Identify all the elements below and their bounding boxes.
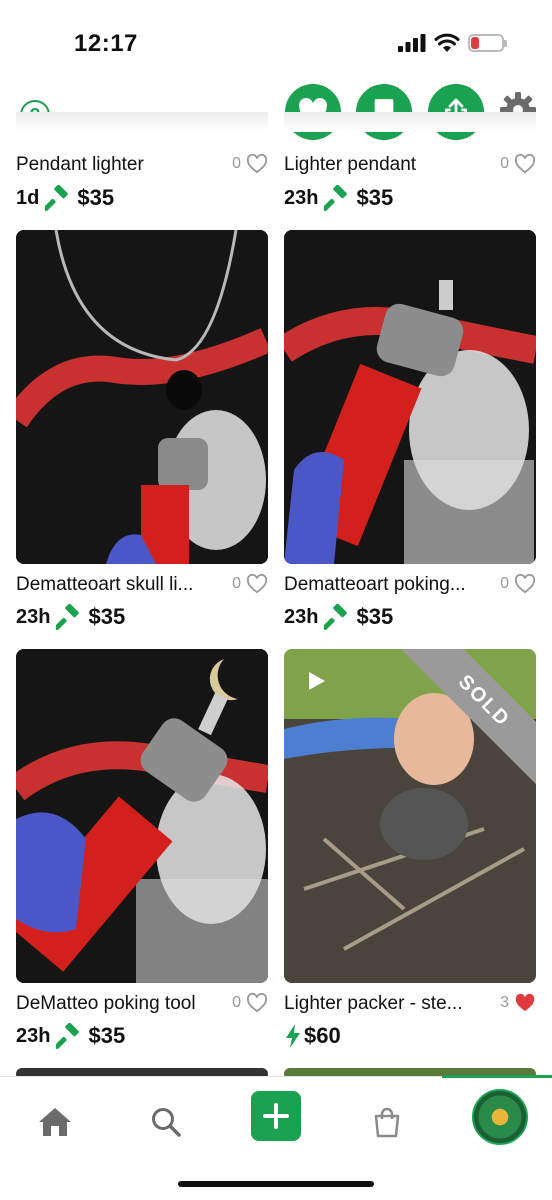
listing-age: 23h bbox=[16, 1024, 51, 1047]
play-icon[interactable] bbox=[304, 669, 328, 693]
listing-price: $35 bbox=[356, 185, 394, 210]
auction-gavel-icon bbox=[56, 604, 80, 630]
listing-image[interactable] bbox=[16, 649, 268, 983]
listing-image[interactable]: SOLD bbox=[284, 649, 536, 983]
lighter-photo bbox=[16, 649, 268, 983]
listing-age: 23h bbox=[284, 186, 319, 209]
listing-title[interactable]: DeMatteo poking tool bbox=[16, 993, 212, 1015]
like-count: 0 bbox=[232, 994, 241, 1011]
listing-price: $35 bbox=[88, 604, 126, 629]
listing-price: $35 bbox=[356, 604, 394, 629]
auction-gavel-icon bbox=[45, 185, 69, 211]
heart-filled-icon bbox=[515, 993, 535, 1012]
auction-gavel-icon bbox=[324, 604, 348, 630]
like-button[interactable]: 0 bbox=[232, 574, 268, 594]
listing-title[interactable]: Lighter packer - ste... bbox=[284, 993, 480, 1015]
status-time: 12:17 bbox=[74, 30, 138, 57]
add-icon bbox=[263, 1103, 289, 1129]
listing-title[interactable]: Pendant lighter bbox=[16, 154, 212, 176]
search-icon bbox=[152, 1108, 181, 1137]
heart-outline-icon bbox=[246, 154, 268, 174]
nav-add-listing[interactable] bbox=[251, 1091, 301, 1141]
wifi-icon bbox=[434, 33, 460, 52]
listing-meta: 1d $35 bbox=[16, 185, 114, 211]
lighter-photo bbox=[284, 230, 536, 564]
listing-card[interactable]: DeMatteo poking tool 0 23h $35 bbox=[16, 649, 268, 1059]
lightning-icon bbox=[286, 1024, 300, 1048]
like-count: 0 bbox=[500, 575, 509, 592]
signal-icon bbox=[398, 34, 426, 52]
profile-avatar[interactable] bbox=[472, 1089, 528, 1145]
listing-meta: 23h $35 bbox=[16, 604, 125, 630]
heart-outline-icon bbox=[514, 154, 536, 174]
auction-gavel-icon bbox=[56, 1023, 80, 1049]
listing-image[interactable] bbox=[284, 230, 536, 564]
listing-title[interactable]: Dematteoart skull li... bbox=[16, 574, 212, 596]
status-icons: 9 bbox=[398, 33, 507, 53]
nav-shop[interactable] bbox=[362, 1097, 412, 1147]
bag-icon bbox=[374, 1107, 400, 1138]
listing-image-partial[interactable] bbox=[284, 112, 536, 132]
like-count: 0 bbox=[500, 155, 509, 172]
battery-icon: 9 bbox=[468, 34, 507, 52]
auction-gavel-icon bbox=[324, 185, 348, 211]
listing-card[interactable]: Lighter pendant 0 23h $35 bbox=[284, 150, 536, 220]
listing-age: 23h bbox=[16, 605, 51, 628]
listing-image-partial[interactable] bbox=[16, 1068, 268, 1076]
listing-price: $35 bbox=[77, 185, 115, 210]
home-icon bbox=[39, 1108, 71, 1136]
listing-card[interactable]: Dematteoart poking... 0 23h $35 bbox=[284, 230, 536, 640]
like-count: 0 bbox=[232, 575, 241, 592]
like-count: 3 bbox=[500, 994, 509, 1011]
nav-home[interactable] bbox=[30, 1097, 80, 1147]
listing-card[interactable]: SOLD Lighter packer - ste... 3 $60 bbox=[284, 649, 536, 1059]
listing-feed[interactable]: Pendant lighter 0 1d $35 Lighter pendant… bbox=[0, 112, 552, 1076]
listing-meta: 23h $35 bbox=[284, 185, 393, 211]
listing-price: $60 bbox=[304, 1023, 341, 1048]
like-button[interactable]: 0 bbox=[232, 993, 268, 1013]
heart-outline-icon bbox=[514, 574, 536, 594]
battery-level: 9 bbox=[482, 36, 490, 50]
lighter-photo bbox=[16, 230, 268, 564]
like-button[interactable]: 0 bbox=[500, 154, 536, 174]
listing-price: $35 bbox=[88, 1023, 126, 1048]
listing-title[interactable]: Dematteoart poking... bbox=[284, 574, 480, 596]
listing-meta: 23h $35 bbox=[284, 604, 393, 630]
nav-search[interactable] bbox=[141, 1097, 191, 1147]
listing-title[interactable]: Lighter pendant bbox=[284, 154, 480, 176]
heart-outline-icon bbox=[246, 574, 268, 594]
like-button[interactable]: 3 bbox=[500, 993, 536, 1013]
listing-meta: 23h $35 bbox=[16, 1023, 125, 1049]
heart-outline-icon bbox=[246, 993, 268, 1013]
like-count: 0 bbox=[232, 155, 241, 172]
upload-progress bbox=[442, 1075, 552, 1078]
listing-image[interactable] bbox=[16, 230, 268, 564]
listing-card[interactable]: Pendant lighter 0 1d $35 bbox=[16, 150, 268, 220]
listing-age: 1d bbox=[16, 186, 40, 209]
like-button[interactable]: 0 bbox=[500, 574, 536, 594]
listing-meta: $60 bbox=[284, 1023, 341, 1049]
home-indicator bbox=[178, 1181, 374, 1187]
listing-age: 23h bbox=[284, 605, 319, 628]
like-button[interactable]: 0 bbox=[232, 154, 268, 174]
listing-card[interactable]: Dematteoart skull li... 0 23h $35 bbox=[16, 230, 268, 640]
listing-image-partial[interactable] bbox=[16, 112, 268, 132]
status-bar: 12:17 9 bbox=[0, 0, 552, 80]
bottom-nav bbox=[0, 1075, 552, 1200]
